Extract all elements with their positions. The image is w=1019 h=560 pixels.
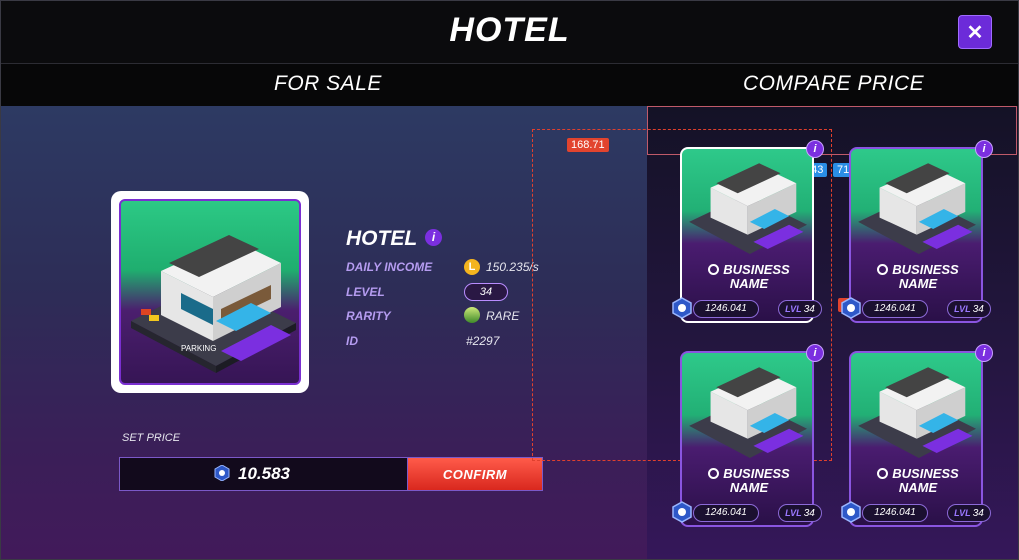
business-icon [708, 264, 720, 275]
info-icon[interactable]: i [806, 140, 824, 158]
business-icon [877, 264, 889, 275]
compare-card[interactable]: BUSINESS NAME [849, 351, 983, 527]
card-price: 1246.041 [693, 300, 759, 318]
modal-header: HOTEL ✕ [1, 1, 1018, 64]
hotel-building-icon [689, 367, 807, 458]
business-name: BUSINESS NAME [682, 467, 812, 495]
rarity-value: RARE [486, 309, 520, 323]
hotel-building-icon: PARKING [131, 235, 296, 373]
hotel-building-icon [689, 163, 807, 254]
card-level: LVL 34 [947, 504, 991, 522]
hotel-modal: HOTEL ✕ FOR SALE COMPARE PRICE PARKING H… [0, 0, 1019, 560]
daily-income-label: DAILY INCOME [346, 260, 433, 274]
rare-gem-icon [464, 307, 480, 323]
card-level: LVL 34 [947, 300, 991, 318]
info-icon[interactable]: i [806, 344, 824, 362]
level-value: 34 [464, 283, 508, 301]
overlay-tag: 168.71 [567, 138, 609, 152]
confirm-button[interactable]: CONFIRM [407, 457, 543, 491]
info-icon[interactable]: i [425, 229, 442, 246]
close-button[interactable]: ✕ [958, 15, 992, 49]
section-headers: FOR SALE COMPARE PRICE [1, 64, 1018, 106]
business-name: BUSINESS NAME [851, 263, 981, 291]
hotel-card: PARKING [111, 191, 309, 393]
info-icon[interactable]: i [975, 140, 993, 158]
token-hex-icon [841, 297, 861, 319]
token-hex-icon [214, 465, 230, 481]
business-icon [708, 468, 720, 479]
card-price: 1246.041 [862, 300, 928, 318]
card-price: 1246.041 [862, 504, 928, 522]
business-name: BUSINESS NAME [851, 467, 981, 495]
price-value: 10.583 [238, 464, 290, 483]
hotel-building-icon [858, 163, 976, 254]
business-icon [877, 468, 889, 479]
card-level: LVL 34 [778, 300, 822, 318]
compare-card[interactable]: BUSINESS NAME [680, 351, 814, 527]
id-value: #2297 [466, 334, 500, 348]
item-title: HOTEL [346, 227, 418, 250]
hotel-card-art: PARKING [119, 199, 301, 385]
card-price: 1246.041 [693, 504, 759, 522]
token-hex-icon [841, 501, 861, 523]
token-hex-icon [672, 501, 692, 523]
rarity-label: RARITY [346, 309, 391, 323]
close-icon: ✕ [966, 21, 984, 44]
daily-income-value: 150.235/s [486, 260, 539, 274]
info-icon[interactable]: i [975, 344, 993, 362]
compare-card[interactable]: BUSINESS NAME [849, 147, 983, 323]
coin-icon: L [464, 259, 480, 275]
modal-title: HOTEL [449, 11, 570, 49]
svg-text:PARKING: PARKING [181, 344, 216, 353]
set-price-label: SET PRICE [122, 432, 181, 444]
compare-card[interactable]: BUSINESS NAME [680, 147, 814, 323]
level-label: LEVEL [346, 285, 385, 299]
hotel-building-icon [858, 367, 976, 458]
card-level: LVL 34 [778, 504, 822, 522]
compare-price-heading: COMPARE PRICE [743, 72, 925, 95]
business-name: BUSINESS NAME [682, 263, 812, 291]
token-hex-icon [672, 297, 692, 319]
for-sale-heading: FOR SALE [274, 72, 382, 95]
id-label: ID [346, 334, 358, 348]
